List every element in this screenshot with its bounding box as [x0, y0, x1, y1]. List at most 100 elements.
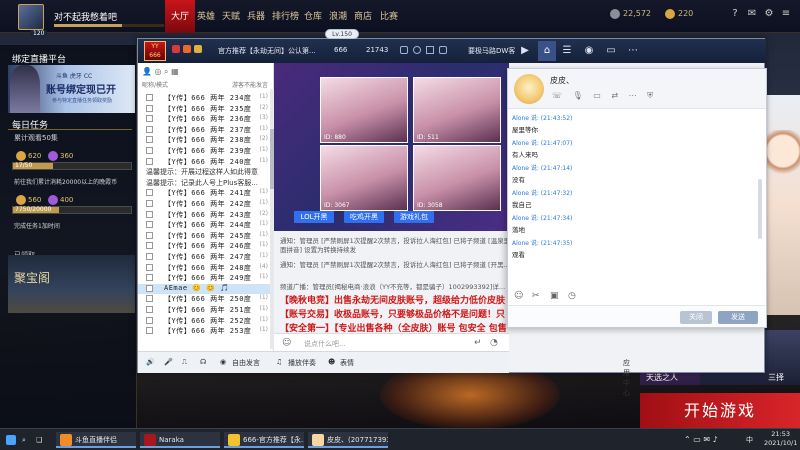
nav-tab-lobby[interactable]: 大厅 — [171, 9, 189, 22]
transfer-icon[interactable]: ⇄ — [611, 91, 618, 100]
free-speech-mode[interactable]: 自由发言 — [232, 358, 260, 368]
nav-tab-talents[interactable]: 天赋 — [222, 9, 240, 22]
expand-box[interactable] — [146, 125, 153, 133]
grid-icon[interactable]: ▦ — [171, 67, 179, 76]
home-button[interactable]: ⌂ — [538, 41, 556, 61]
expand-box[interactable] — [146, 200, 153, 207]
search-icon[interactable]: ⌕ — [164, 67, 168, 76]
expand-box[interactable] — [146, 306, 153, 313]
free-speech-icon[interactable]: ◉ — [220, 358, 226, 366]
mail-icon[interactable]: ✉ — [746, 8, 758, 20]
history-icon[interactable]: ◷ — [568, 291, 576, 301]
member-row[interactable]: 【Y传】666 两年 243度 (2) — [138, 210, 270, 220]
treasure-banner[interactable]: 聚宝阁 — [8, 255, 135, 313]
member-row[interactable]: 温馨提示：开展过程这样人如此得意 — [138, 167, 270, 177]
expand-box[interactable] — [146, 147, 153, 154]
taskbar-app-douyu[interactable]: 斗鱼直播伴侣 — [56, 432, 136, 448]
nav-tab-storage[interactable]: 仓库 — [304, 9, 322, 22]
user-icon[interactable]: 👤 — [142, 67, 152, 76]
share-icon[interactable] — [426, 46, 434, 54]
player-avatar[interactable] — [18, 4, 44, 30]
member-row[interactable]: AEmae 😊 😊 🎵 — [138, 283, 270, 295]
call-icon[interactable]: ☏ — [552, 91, 562, 100]
task-view-icon[interactable]: ❑ — [36, 432, 42, 448]
close-button[interactable]: 关闭 — [680, 311, 712, 324]
nav-tab-waves[interactable]: 浪潮 — [329, 9, 347, 22]
bind-platform-banner[interactable]: 斗鱼 虎牙 CC 账号绑定现已开 参与特定直播任务领取奖励 — [8, 65, 135, 113]
member-row[interactable]: 【Y传】666 两年 238度 (2) — [138, 135, 270, 145]
pm-scrollbar[interactable] — [758, 179, 762, 239]
monitor-icon[interactable]: ▭ — [604, 44, 618, 58]
location-icon[interactable]: ◎ — [155, 67, 162, 76]
settings-icon[interactable]: ⚙ — [763, 8, 775, 20]
send-button[interactable]: 发送 — [718, 311, 758, 324]
tray-icons[interactable]: ⌃ ▭ ✉ ♪ — [684, 432, 718, 448]
nav-tab-shop[interactable]: 商店 — [354, 9, 372, 22]
speaker-icon[interactable]: 🔊 — [146, 358, 155, 366]
contact-avatar[interactable] — [514, 74, 544, 104]
mic-icon[interactable]: 🎙 — [573, 91, 583, 100]
chat-input[interactable]: 说点什么吧... — [304, 339, 346, 349]
member-row[interactable]: 【Y传】666 两年 239度 (1) — [138, 146, 270, 156]
screen-icon[interactable] — [439, 46, 447, 54]
gamepad-icon[interactable]: ◉ — [582, 44, 596, 58]
member-row[interactable]: 【Y传】666 两年 241度 (1) — [138, 188, 270, 198]
member-row[interactable]: 温馨提示：记录此人号上Plus客服... — [138, 178, 270, 188]
member-row[interactable]: 【Y传】666 两年 249度 (1) — [138, 273, 270, 283]
member-list-mode[interactable]: 昵称/模式 — [142, 82, 168, 89]
clock[interactable]: 21:53 2021/10/1 — [764, 430, 797, 447]
taskbar-app-naraka[interactable]: Naraka — [140, 432, 220, 448]
taskbar-app-pm[interactable]: 皮皮、(2077173935) — [308, 432, 388, 448]
nav-tab-weapons[interactable]: 兵器 — [247, 9, 265, 22]
expand-box[interactable] — [146, 284, 153, 292]
window-icon[interactable] — [400, 46, 408, 54]
member-row[interactable]: 【Y传】666 两年 234度 (1) — [138, 93, 270, 103]
scissors-icon[interactable]: ✂ — [532, 291, 540, 301]
member-row[interactable]: 【Y传】666 两年 251度 (1) — [138, 305, 270, 315]
pm-input-area[interactable]: 关闭 发送 — [508, 305, 766, 327]
member-row[interactable]: 【Y传】666 两年 244度 (1) — [138, 220, 270, 230]
lol-team-button[interactable]: LOL开黑 — [294, 211, 334, 223]
expand-box[interactable] — [146, 210, 153, 218]
expand-box[interactable] — [146, 327, 153, 335]
expand-box[interactable] — [146, 316, 153, 324]
expand-box[interactable] — [146, 253, 153, 260]
more-icon[interactable]: ⋯ — [626, 44, 640, 58]
enter-icon[interactable]: ↵ — [474, 338, 482, 348]
expand-box[interactable] — [146, 94, 153, 101]
taskbar-app-yy[interactable]: 666-官方推荐【永... — [224, 432, 304, 448]
game-gift-button[interactable]: 游戏礼包 — [394, 211, 434, 223]
expand-box[interactable] — [146, 231, 153, 239]
expand-box[interactable] — [146, 263, 153, 271]
expand-box[interactable] — [146, 295, 153, 303]
member-row[interactable]: 【Y传】666 两年 245度 (1) — [138, 231, 270, 241]
member-row[interactable]: 【Y传】666 两年 253度 (1) — [138, 326, 270, 336]
pubg-team-button[interactable]: 吃鸡开黑 — [344, 211, 384, 223]
member-row[interactable]: 【Y传】666 两年 246度 (1) — [138, 241, 270, 251]
member-row[interactable]: 【Y传】666 两年 247度 (1) — [138, 252, 270, 262]
chat-bubble-icon[interactable]: ◔ — [490, 338, 498, 348]
windows-start-icon[interactable] — [6, 432, 19, 448]
expand-box[interactable] — [146, 157, 153, 165]
expand-box[interactable] — [146, 221, 153, 229]
member-row[interactable]: 【Y传】666 两年 240度 (1) — [138, 157, 270, 167]
expand-box[interactable] — [146, 136, 153, 144]
member-row[interactable]: 【Y传】666 两年 248度 (4) — [138, 263, 270, 273]
emoticon-icon[interactable]: ☻ — [328, 358, 335, 366]
emoji-icon[interactable]: ☺ — [514, 291, 523, 301]
expand-box[interactable] — [146, 115, 153, 123]
start-game-button[interactable]: 开始游戏 — [640, 393, 800, 428]
nav-tab-leaderboard[interactable]: 排行榜 — [272, 9, 299, 22]
emoticon-button[interactable]: 表情 — [340, 358, 354, 368]
search-icon[interactable]: ⌕ — [22, 432, 26, 448]
nav-tab-heroes[interactable]: 英雄 — [197, 9, 215, 22]
video-icon[interactable]: ▶ — [518, 44, 532, 58]
record-icon[interactable] — [413, 46, 421, 54]
mic-icon[interactable]: 🎤 — [164, 358, 173, 366]
nav-tab-match[interactable]: 比赛 — [380, 9, 398, 22]
app-center-button[interactable]: 应用中心 — [623, 358, 630, 398]
member-row[interactable]: 【Y传】666 两年 242度 (1) — [138, 199, 270, 209]
stream-thumbnail[interactable]: ID: 3058 — [413, 145, 501, 211]
member-row[interactable]: 【Y传】666 两年 250度 (1) — [138, 294, 270, 304]
expand-box[interactable] — [146, 104, 153, 112]
